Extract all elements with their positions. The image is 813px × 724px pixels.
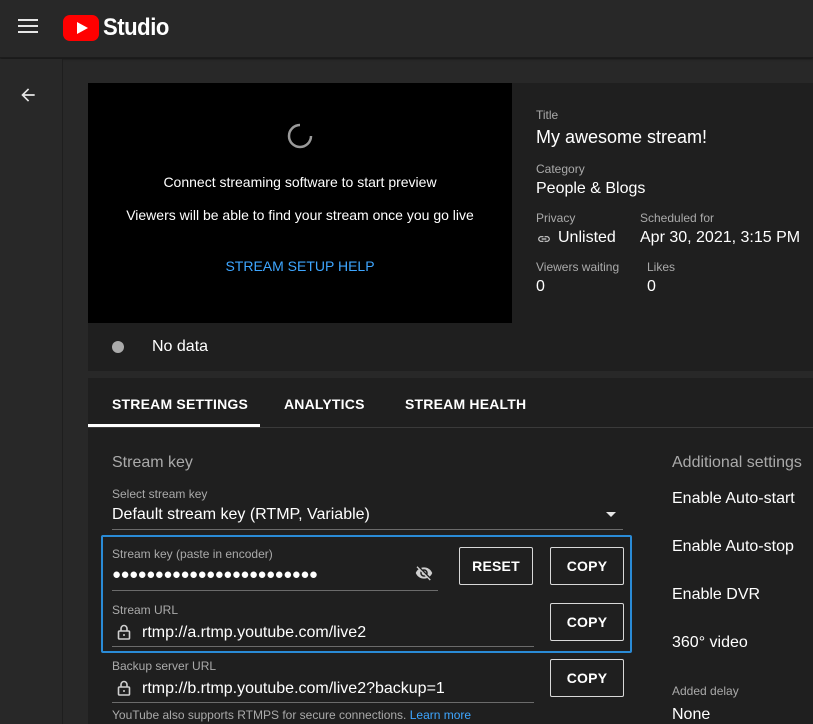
logo-text: Studio bbox=[103, 14, 169, 41]
privacy-value: Unlisted bbox=[558, 229, 616, 246]
link-icon bbox=[538, 236, 550, 242]
category-label: Category bbox=[536, 162, 585, 176]
copy-stream-key-button[interactable]: COPY bbox=[550, 547, 624, 585]
stream-title: My awesome stream! bbox=[536, 127, 708, 147]
tab-stream-settings[interactable]: STREAM SETTINGS bbox=[112, 396, 248, 412]
added-delay-label: Added delay bbox=[672, 684, 739, 698]
tab-stream-health[interactable]: STREAM HEALTH bbox=[405, 396, 526, 412]
backup-url-underline bbox=[112, 702, 534, 703]
stream-url-underline bbox=[112, 646, 534, 647]
back-arrow-icon[interactable] bbox=[18, 85, 38, 105]
reset-button[interactable]: RESET bbox=[459, 547, 533, 585]
lock-icon bbox=[117, 680, 131, 696]
enable-auto-start-label[interactable]: Enable Auto-start bbox=[672, 490, 795, 508]
hamburger-menu-icon[interactable] bbox=[18, 19, 38, 35]
copy-backup-url-button[interactable]: COPY bbox=[550, 659, 624, 697]
likes-label: Likes bbox=[647, 260, 676, 274]
learn-more-link[interactable]: Learn more bbox=[410, 708, 471, 722]
stream-url-input[interactable]: rtmp://a.rtmp.youtube.com/live2 bbox=[142, 624, 366, 642]
privacy-label: Privacy bbox=[536, 211, 576, 225]
preview-submessage: Viewers will be able to find your stream… bbox=[126, 207, 474, 223]
active-tab-indicator bbox=[88, 424, 260, 427]
select-stream-key-value[interactable]: Default stream key (RTMP, Variable) bbox=[112, 506, 370, 524]
visibility-off-icon[interactable] bbox=[414, 564, 434, 582]
rtmps-note: YouTube also supports RTMPS for secure c… bbox=[112, 708, 471, 722]
select-underline bbox=[112, 529, 623, 530]
copy-stream-url-button[interactable]: COPY bbox=[550, 603, 624, 641]
rtmps-note-text: YouTube also supports RTMPS for secure c… bbox=[112, 708, 407, 722]
preview-message: Connect streaming software to start prev… bbox=[163, 174, 437, 190]
additional-settings-title: Additional settings bbox=[672, 454, 802, 471]
side-rail bbox=[0, 59, 63, 724]
status-text: No data bbox=[152, 338, 209, 355]
stream-key-underline bbox=[112, 590, 438, 591]
backup-url-input[interactable]: rtmp://b.rtmp.youtube.com/live2?backup=1 bbox=[142, 680, 445, 698]
stream-url-label: Stream URL bbox=[112, 603, 179, 617]
stream-key-label: Stream key (paste in encoder) bbox=[112, 547, 273, 561]
viewers-waiting-label: Viewers waiting bbox=[536, 260, 620, 274]
loading-spinner-icon bbox=[287, 123, 313, 149]
tabs-divider bbox=[88, 427, 813, 428]
likes-value: 0 bbox=[647, 278, 656, 295]
stream-setup-help-link[interactable]: STREAM SETUP HELP bbox=[88, 258, 512, 274]
enable-dvr-label[interactable]: Enable DVR bbox=[672, 586, 760, 604]
youtube-play-icon bbox=[63, 15, 99, 41]
category-value: People & Blogs bbox=[536, 180, 646, 197]
viewers-waiting-value: 0 bbox=[536, 278, 545, 295]
added-delay-value[interactable]: None bbox=[672, 706, 710, 724]
status-dot-icon bbox=[112, 341, 124, 353]
360-video-label[interactable]: 360° video bbox=[672, 634, 748, 652]
enable-auto-stop-label[interactable]: Enable Auto-stop bbox=[672, 538, 794, 556]
title-label: Title bbox=[536, 108, 559, 122]
dropdown-arrow-icon[interactable] bbox=[605, 511, 617, 519]
lock-icon bbox=[117, 624, 131, 640]
tab-analytics[interactable]: ANALYTICS bbox=[284, 396, 365, 412]
stream-key-input[interactable]: ●●●●●●●●●●●●●●●●●●●●●●●● bbox=[112, 566, 318, 583]
scheduled-value: Apr 30, 2021, 3:15 PM bbox=[640, 229, 801, 246]
scheduled-label: Scheduled for bbox=[640, 211, 715, 225]
stream-key-section-title: Stream key bbox=[112, 454, 193, 471]
stream-preview bbox=[88, 83, 512, 323]
backup-url-label: Backup server URL bbox=[112, 659, 217, 673]
select-stream-key-label: Select stream key bbox=[112, 487, 208, 501]
youtube-studio-logo[interactable]: Studio bbox=[63, 14, 175, 42]
